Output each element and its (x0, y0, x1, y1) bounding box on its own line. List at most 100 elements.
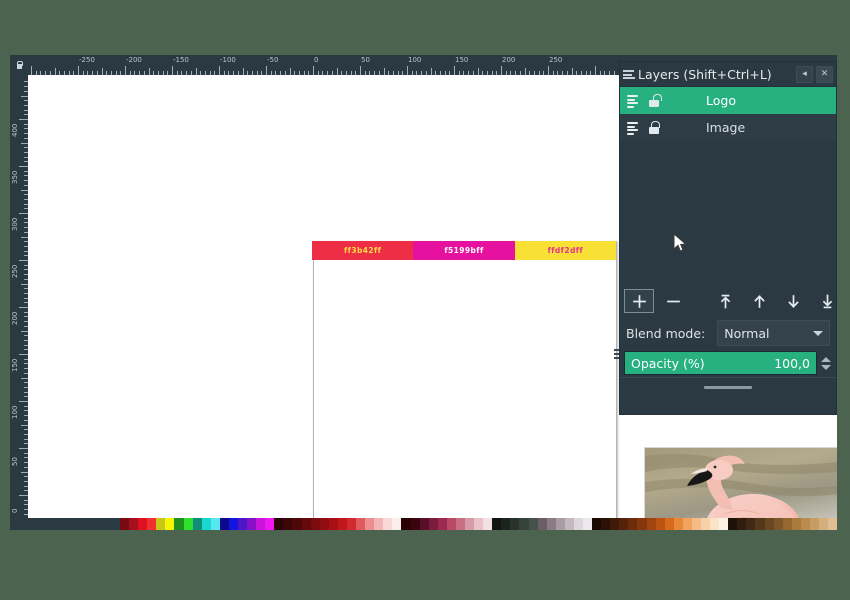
palette-swatch[interactable] (165, 518, 175, 530)
palette-swatch[interactable] (637, 518, 647, 530)
color-swatch[interactable]: ffdf2dff (514, 241, 616, 260)
palette-swatch[interactable] (819, 518, 829, 530)
palette-swatch[interactable] (156, 518, 166, 530)
palette-swatch[interactable] (528, 518, 538, 530)
lower-layer-button[interactable] (778, 289, 808, 313)
blend-mode-select[interactable]: Normal (717, 320, 830, 346)
palette-swatch[interactable] (292, 518, 302, 530)
palette-swatch[interactable] (365, 518, 375, 530)
layer-row[interactable]: Logo (620, 87, 836, 114)
palette-swatch[interactable] (410, 518, 420, 530)
docker-titlebar[interactable]: Layers (Shift+Ctrl+L) ◂ ✕ (620, 62, 836, 87)
palette-swatch[interactable] (719, 518, 729, 530)
palette-swatch[interactable] (510, 518, 520, 530)
palette-swatch[interactable] (265, 518, 275, 530)
palette-swatch[interactable] (828, 518, 837, 530)
palette-swatch[interactable] (283, 518, 293, 530)
palette-swatch[interactable] (546, 518, 556, 530)
add-layer-button[interactable] (624, 289, 654, 313)
palette-swatch[interactable] (401, 518, 411, 530)
palette-swatch[interactable] (428, 518, 438, 530)
raise-layer-button[interactable] (744, 289, 774, 313)
palette-swatch[interactable] (809, 518, 820, 530)
palette-swatch[interactable] (310, 518, 320, 530)
palette-swatch[interactable] (129, 518, 139, 530)
palette-swatch[interactable] (737, 518, 747, 530)
palette-swatch[interactable] (120, 518, 130, 530)
palette-swatch[interactable] (419, 518, 429, 530)
layer-list[interactable]: Logo Image (620, 87, 836, 141)
palette-swatch[interactable] (256, 518, 266, 530)
palette-swatch[interactable] (664, 518, 674, 530)
vertical-ruler[interactable]: 400 350 300 250 200 150 100 50 0 (10, 75, 28, 518)
palette-swatch[interactable] (328, 518, 338, 530)
padlock-closed-icon[interactable] (648, 121, 660, 134)
color-swatch[interactable]: ff3b42ff (312, 241, 414, 260)
palette-swatch[interactable] (573, 518, 583, 530)
palette-swatch[interactable] (619, 518, 629, 530)
palette-swatch[interactable] (356, 518, 366, 530)
opacity-slider[interactable]: Opacity (%) 100,0 (624, 351, 817, 375)
close-button[interactable]: ✕ (816, 65, 833, 83)
palette-swatch[interactable] (610, 518, 620, 530)
remove-layer-button[interactable] (658, 289, 688, 313)
palette-swatch[interactable] (201, 518, 211, 530)
palette-swatch[interactable] (455, 518, 465, 530)
palette-swatch[interactable] (446, 518, 456, 530)
palette-swatch[interactable] (646, 518, 656, 530)
palette-swatch[interactable] (274, 518, 284, 530)
palette-swatch[interactable] (628, 518, 638, 530)
raise-to-top-button[interactable] (710, 289, 740, 313)
palette-swatch[interactable] (746, 518, 756, 530)
palette-swatch[interactable] (219, 518, 229, 530)
layer-lines-icon[interactable] (626, 121, 639, 135)
palette-swatch[interactable] (238, 518, 248, 530)
color-palette-strip[interactable] (10, 518, 837, 530)
palette-swatch[interactable] (337, 518, 347, 530)
palette-swatch[interactable] (673, 518, 683, 530)
palette-swatch[interactable] (437, 518, 447, 530)
padlock-open-icon[interactable] (648, 94, 662, 107)
palette-swatch[interactable] (701, 518, 711, 530)
lower-to-bottom-button[interactable] (812, 289, 842, 313)
spinner-up-icon[interactable] (820, 356, 831, 362)
palette-swatch[interactable] (800, 518, 810, 530)
document-canvas[interactable] (313, 241, 837, 518)
palette-swatch[interactable] (582, 518, 593, 530)
palette-swatch[interactable] (592, 518, 602, 530)
palette-swatch[interactable] (564, 518, 574, 530)
palette-swatch[interactable] (301, 518, 311, 530)
palette-swatch[interactable] (728, 518, 738, 530)
docker-handle-icon[interactable] (622, 67, 636, 81)
opacity-spinner[interactable] (819, 352, 832, 374)
palette-swatch[interactable] (464, 518, 475, 530)
palette-swatch[interactable] (319, 518, 329, 530)
palette-swatch[interactable] (210, 518, 220, 530)
palette-swatch[interactable] (555, 518, 565, 530)
palette-swatch[interactable] (346, 518, 357, 530)
palette-swatch[interactable] (764, 518, 774, 530)
color-swatch[interactable]: f5199bff (413, 241, 515, 260)
palette-swatch[interactable] (392, 518, 402, 530)
palette-swatch[interactable] (247, 518, 257, 530)
palette-swatch[interactable] (183, 518, 193, 530)
palette-swatch[interactable] (773, 518, 783, 530)
palette-swatch[interactable] (755, 518, 765, 530)
palette-swatch[interactable] (474, 518, 484, 530)
palette-swatch[interactable] (501, 518, 511, 530)
palette-swatch[interactable] (174, 518, 184, 530)
palette-swatch[interactable] (483, 518, 493, 530)
spinner-down-icon[interactable] (820, 364, 831, 370)
palette-swatch[interactable] (492, 518, 502, 530)
ruler-corner-lock-button[interactable] (10, 55, 28, 75)
layer-row[interactable]: Image (620, 114, 836, 141)
collapse-button[interactable]: ◂ (796, 65, 813, 83)
palette-swatch[interactable] (192, 518, 202, 530)
palette-swatch[interactable] (601, 518, 611, 530)
palette-swatch[interactable] (655, 518, 665, 530)
palette-swatch[interactable] (138, 518, 148, 530)
palette-swatch[interactable] (710, 518, 720, 530)
palette-swatch[interactable] (519, 518, 529, 530)
palette-swatch[interactable] (147, 518, 157, 530)
palette-swatch[interactable] (228, 518, 239, 530)
